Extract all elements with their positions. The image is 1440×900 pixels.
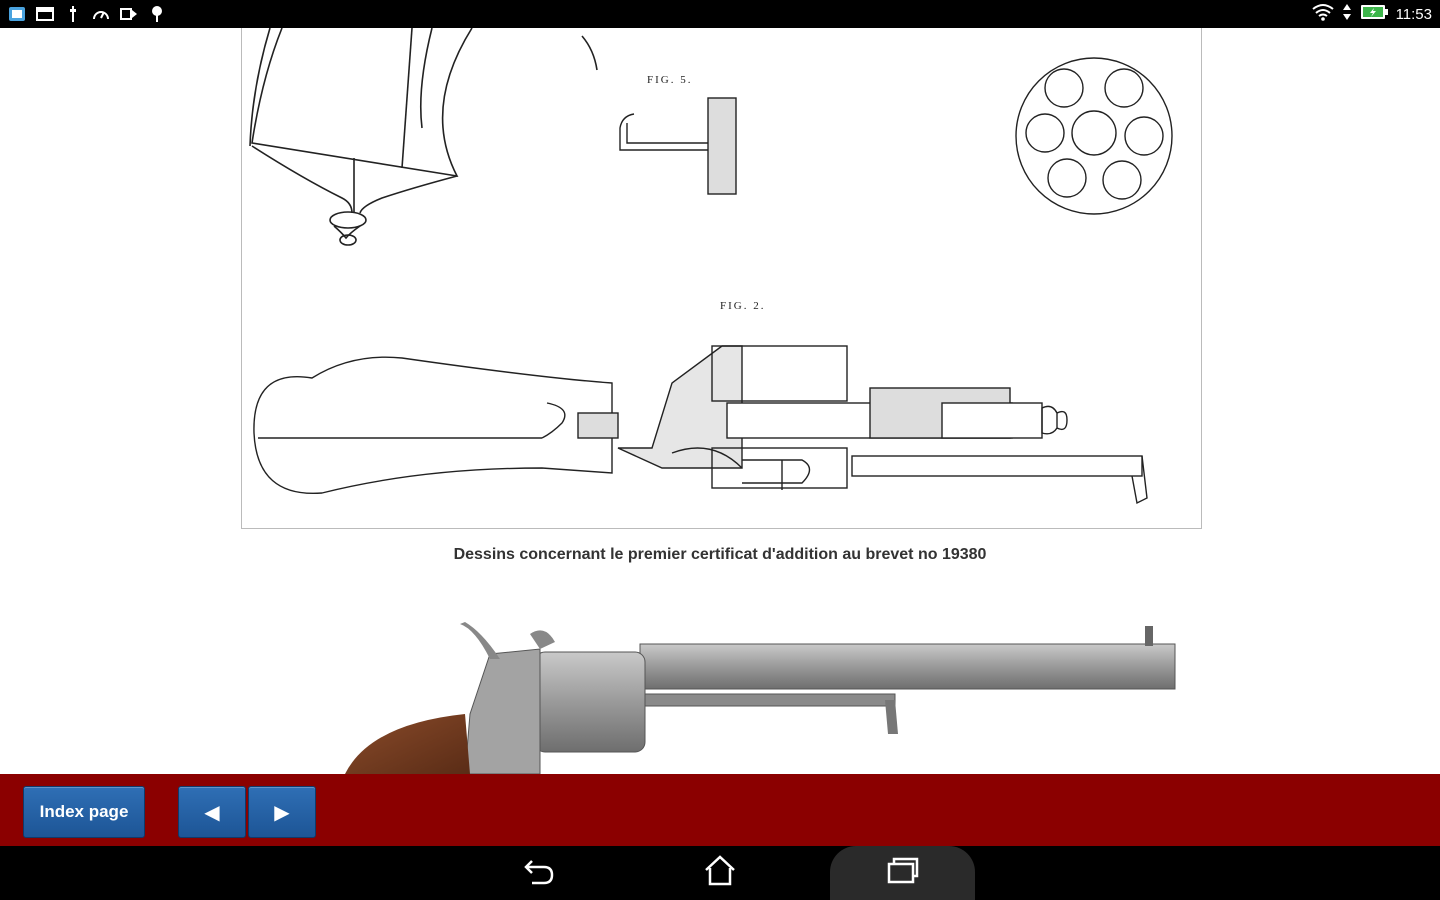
patent-drawing: FIG. 5. FIG. 2. (241, 28, 1202, 529)
home-button[interactable] (685, 846, 755, 900)
status-time: 11:53 (1395, 5, 1432, 23)
back-button[interactable] (505, 846, 575, 900)
back-icon (522, 855, 558, 892)
status-left-icons (8, 4, 166, 24)
previous-arrow-icon: ◀ (204, 801, 220, 824)
content-area[interactable]: FIG. 5. FIG. 2. Dessins concernant le pr… (0, 28, 1440, 774)
bottom-toolbar: Index page ◀ ▶ (0, 774, 1440, 846)
usb-icon (64, 5, 82, 23)
fig2-label: FIG. 2. (720, 300, 765, 312)
revolver-photo (250, 604, 1200, 774)
battery-icon (1360, 3, 1388, 26)
recent-apps-button[interactable] (830, 846, 975, 900)
screen-icon (8, 5, 26, 23)
drawing-caption: Dessins concernant le premier certificat… (453, 546, 987, 563)
previous-page-button[interactable]: ◀ (178, 786, 246, 838)
data-arrows-icon (1342, 3, 1352, 26)
wifi-icon (1311, 3, 1334, 26)
home-icon (702, 854, 738, 893)
recent-apps-icon (885, 855, 921, 892)
status-right-icons: 11:53 (1311, 3, 1432, 26)
fig5-label: FIG. 5. (647, 74, 692, 86)
navigation-bar (0, 846, 1440, 900)
status-bar: 11:53 (0, 0, 1440, 28)
index-page-button[interactable]: Index page (23, 786, 145, 838)
next-arrow-icon: ▶ (274, 801, 290, 824)
next-page-button[interactable]: ▶ (248, 786, 316, 838)
window-icon (36, 5, 54, 23)
location-icon (148, 5, 166, 23)
play-store-icon (120, 5, 138, 23)
speed-icon (92, 5, 110, 23)
